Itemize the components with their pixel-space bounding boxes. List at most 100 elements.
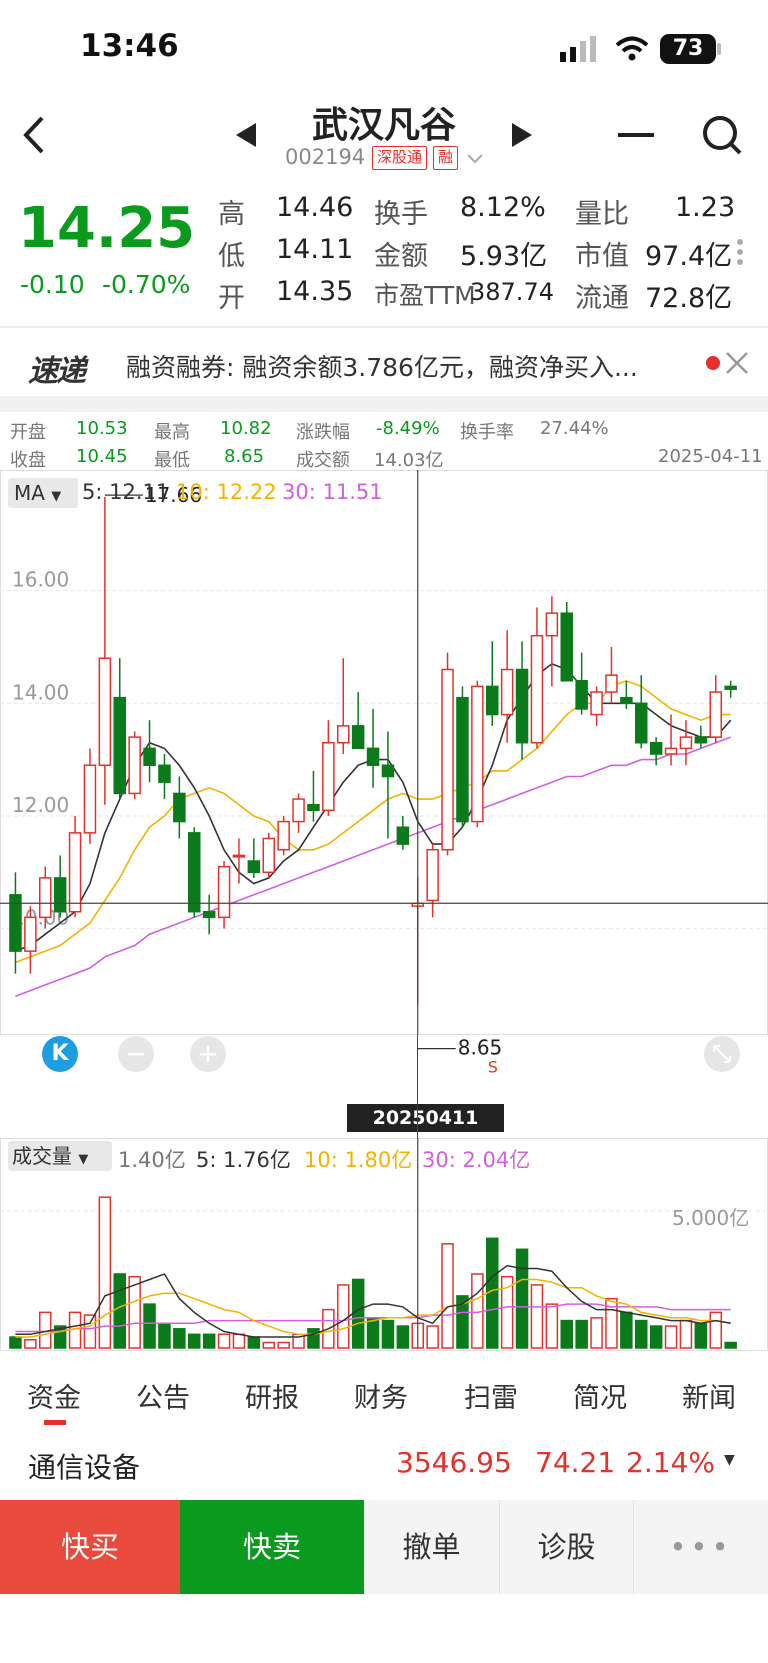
candle-body bbox=[68, 832, 82, 913]
close-icon[interactable] bbox=[724, 350, 750, 380]
y-tick-label: 12.00 bbox=[12, 793, 69, 817]
candle bbox=[262, 832, 275, 878]
candle-body bbox=[590, 691, 603, 716]
open-value: 14.35 bbox=[276, 276, 354, 307]
tab-announcements[interactable]: 公告 bbox=[136, 1376, 190, 1415]
triangle-right-icon bbox=[512, 123, 532, 147]
candle-body bbox=[39, 877, 52, 919]
amount-label: 金额 bbox=[374, 241, 428, 272]
candle-body bbox=[396, 826, 410, 845]
open-value: 10.53 bbox=[76, 418, 128, 439]
fullscreen-button[interactable] bbox=[704, 1036, 740, 1072]
volume-bar bbox=[83, 1314, 97, 1349]
candle bbox=[158, 754, 171, 800]
tab-financials[interactable]: 财务 bbox=[354, 1376, 408, 1415]
stock-code: 002194 bbox=[285, 145, 366, 169]
ma5-legend: 5: 12.11 bbox=[82, 480, 170, 504]
next-stock-button[interactable] bbox=[508, 120, 536, 150]
volume-bar bbox=[351, 1278, 365, 1349]
ma10-legend: 10: 12.22 bbox=[176, 480, 277, 504]
volume-bar bbox=[694, 1322, 708, 1349]
volume-bar bbox=[709, 1311, 722, 1349]
candle bbox=[605, 646, 618, 704]
volume-ratio-label: 量比 bbox=[575, 199, 629, 230]
chg-value: -8.49% bbox=[376, 418, 440, 439]
zoom-in-button[interactable] bbox=[190, 1036, 226, 1072]
tab-profile[interactable]: 简况 bbox=[573, 1376, 627, 1415]
candle-body bbox=[247, 860, 261, 874]
high-value: 10.82 bbox=[220, 418, 272, 439]
battery-level: 73 bbox=[672, 36, 704, 61]
plus-icon bbox=[200, 1046, 216, 1062]
volume-bar bbox=[515, 1248, 529, 1349]
close-label: 收盘 bbox=[10, 450, 46, 471]
candlestick-chart[interactable]: 16.0014.0012.0010.0017.668.65S bbox=[0, 470, 768, 1100]
candle-body bbox=[292, 798, 305, 823]
chg-label: 涨跌幅 bbox=[296, 422, 350, 443]
price-change-pct: -0.70% bbox=[102, 270, 191, 299]
quick-buy-button[interactable]: 快买 bbox=[0, 1500, 180, 1594]
k-line-button[interactable]: K bbox=[42, 1036, 78, 1072]
wifi-icon bbox=[615, 36, 649, 62]
volume-chart[interactable]: 5.000亿 bbox=[0, 1138, 768, 1360]
volume-ratio-value: 1.23 bbox=[675, 192, 736, 223]
candle-body bbox=[575, 680, 588, 710]
crosshair-bridge bbox=[417, 1034, 419, 1138]
tab-research[interactable]: 研报 bbox=[245, 1376, 299, 1415]
volume-bar bbox=[113, 1273, 126, 1349]
candle bbox=[709, 675, 722, 743]
candle-body bbox=[53, 877, 67, 913]
tab-funds[interactable]: 资金 bbox=[27, 1376, 81, 1415]
candle-body bbox=[128, 736, 141, 795]
search-button[interactable] bbox=[700, 112, 744, 158]
candle bbox=[113, 658, 126, 800]
min-price-label: 8.65 bbox=[458, 1036, 503, 1060]
candle-body bbox=[649, 741, 663, 755]
volume-bar bbox=[173, 1328, 186, 1349]
volume-bar bbox=[664, 1325, 678, 1349]
industry-row[interactable]: 通信设备 3546.95 74.21 2.14% ▼ bbox=[0, 1430, 768, 1500]
signal-icon bbox=[560, 36, 600, 62]
volume-bar bbox=[262, 1341, 275, 1349]
candle bbox=[500, 630, 514, 743]
zoom-out-button[interactable] bbox=[118, 1036, 154, 1072]
candle bbox=[277, 815, 290, 856]
triangle-down-icon: ▼ bbox=[724, 1452, 735, 1468]
ma-selector-button[interactable]: MA ▼ bbox=[8, 478, 78, 508]
cancel-order-button[interactable]: 撤单 bbox=[364, 1500, 500, 1594]
candle bbox=[515, 641, 529, 760]
more-button[interactable]: ••• bbox=[634, 1500, 768, 1594]
tab-news[interactable]: 新闻 bbox=[682, 1376, 736, 1415]
diagnose-button[interactable]: 诊股 bbox=[500, 1500, 634, 1594]
candle bbox=[232, 838, 246, 884]
candle-body bbox=[337, 725, 350, 744]
quick-sell-button[interactable]: 快卖 bbox=[180, 1500, 364, 1594]
amt-value: 14.03亿 bbox=[374, 450, 444, 471]
minus-icon bbox=[618, 133, 654, 137]
volume-bar bbox=[560, 1319, 573, 1349]
more-vertical-icon[interactable] bbox=[736, 238, 744, 270]
candle bbox=[337, 658, 350, 754]
y-tick-label: 14.00 bbox=[12, 680, 69, 704]
candle-body bbox=[277, 820, 290, 851]
candle-body bbox=[456, 696, 469, 823]
volume-bar bbox=[426, 1325, 439, 1349]
candle-body bbox=[217, 865, 231, 919]
minus-icon bbox=[128, 1053, 144, 1056]
volume-bar bbox=[679, 1319, 693, 1349]
minus-button[interactable] bbox=[616, 120, 656, 150]
candle-body bbox=[158, 764, 171, 783]
price-change: -0.10 bbox=[20, 270, 85, 299]
candle bbox=[68, 815, 82, 918]
volume-bar bbox=[366, 1317, 380, 1349]
volume-scale-label: 5.000亿 bbox=[672, 1206, 749, 1230]
volume-bar bbox=[649, 1325, 663, 1349]
chevron-down-icon[interactable] bbox=[466, 150, 484, 169]
news-ticker-text[interactable]: 融资融券: 融资余额3.786亿元，融资净买入... bbox=[126, 348, 686, 384]
tab-risk-scan[interactable]: 扫雷 bbox=[464, 1376, 518, 1415]
candle-body bbox=[560, 612, 573, 682]
volume-bar bbox=[217, 1333, 231, 1349]
candle-body bbox=[664, 747, 678, 755]
candle-body bbox=[635, 702, 648, 744]
volume-bar bbox=[202, 1333, 216, 1349]
